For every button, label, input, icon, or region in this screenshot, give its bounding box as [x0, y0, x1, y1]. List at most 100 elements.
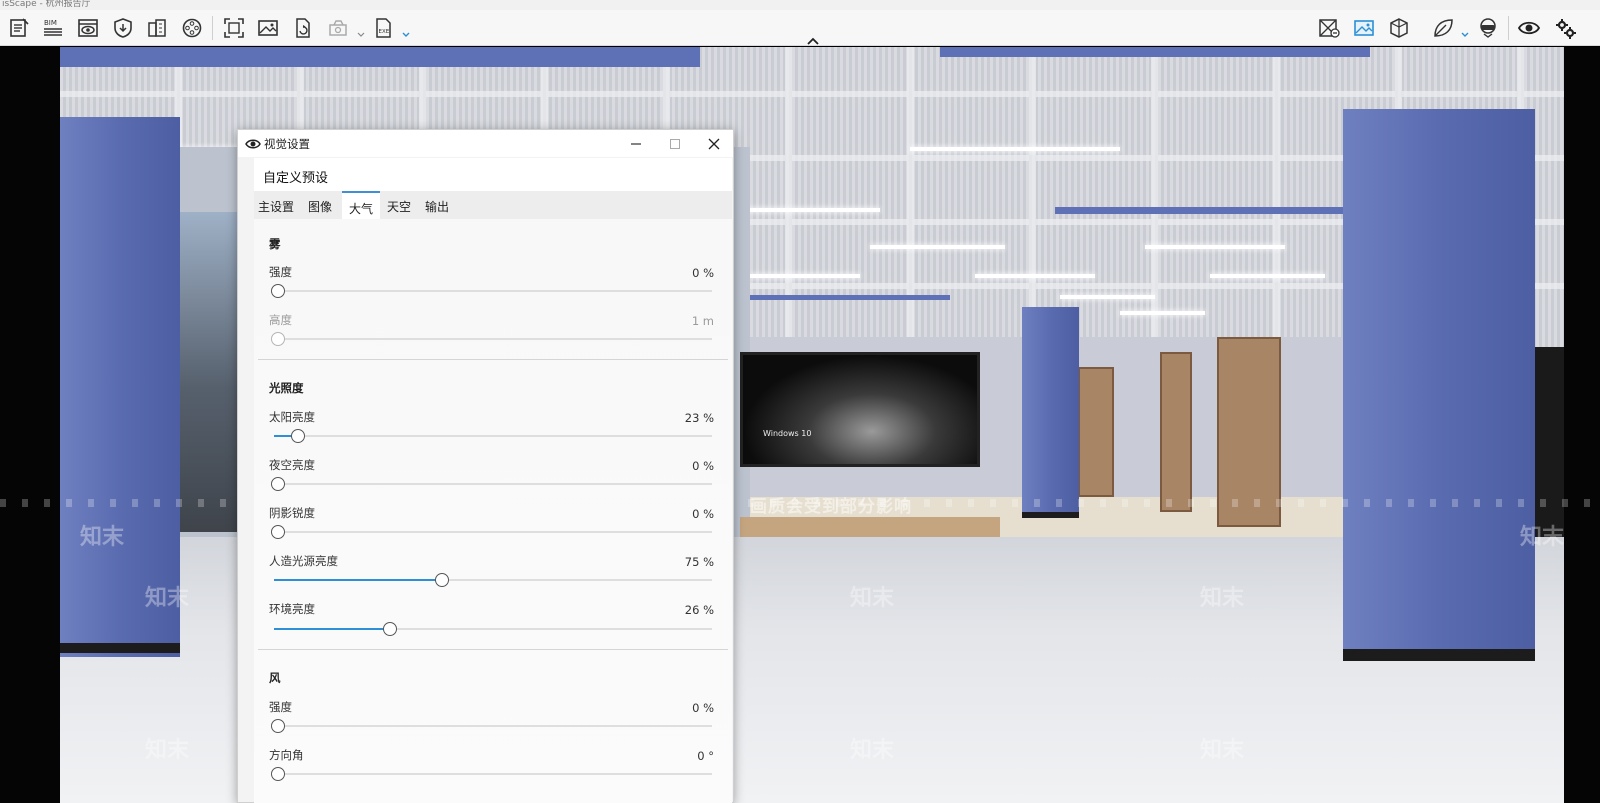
file-refresh-icon[interactable]	[290, 16, 316, 40]
watermark-text: 知末	[850, 738, 895, 763]
wind-intensity-slider[interactable]	[271, 719, 712, 733]
ceiling-beam	[940, 47, 1370, 57]
chevron-down-icon[interactable]	[1461, 24, 1469, 37]
close-button[interactable]	[699, 133, 729, 155]
section-title-wind: 风	[269, 671, 281, 685]
film-reel-icon[interactable]	[179, 16, 205, 40]
slider-fill	[274, 628, 388, 630]
wind-direction-slider[interactable]	[271, 767, 712, 781]
main-toolbar: BIM EXE	[0, 10, 1600, 46]
dialog-titlebar[interactable]: 视觉设置	[238, 130, 733, 157]
tab-output[interactable]: 输出	[418, 191, 456, 219]
slider-thumb[interactable]	[271, 284, 285, 298]
ceiling-light	[975, 274, 1095, 278]
image-icon[interactable]	[255, 16, 281, 40]
pillar	[60, 117, 180, 657]
slider-thumb[interactable]	[271, 477, 285, 491]
camera-3d-icon[interactable]	[325, 16, 351, 40]
bim-label: BIM	[44, 19, 57, 27]
window-title-bar: isScape - 杭州报告厅	[0, 0, 1600, 10]
door	[1160, 352, 1192, 512]
wind-direction-value: 0 °	[697, 749, 714, 763]
minimize-button[interactable]	[621, 133, 651, 155]
visual-settings-dialog: 视觉设置 自定义预设 主设置 图像 大气 天空 输出 雾 强度 0 % 高度 1…	[237, 129, 734, 803]
slider-thumb[interactable]	[435, 573, 449, 587]
settings-tabs: 主设置 图像 大气 天空 输出	[254, 191, 732, 219]
preset-name: 自定义预设	[263, 171, 329, 186]
tab-main-settings[interactable]: 主设置	[254, 191, 298, 219]
artificial-light-brightness-value: 75 %	[684, 555, 714, 569]
artificial-light-brightness-label: 人造光源亮度	[269, 554, 338, 568]
ambient-brightness-value: 26 %	[684, 603, 714, 617]
pillar	[1343, 109, 1535, 657]
ambient-brightness-label: 环境亮度	[269, 602, 315, 616]
watermark-text: 知末	[145, 586, 190, 611]
slider-thumb[interactable]	[271, 719, 285, 733]
slider-thumb[interactable]	[271, 525, 285, 539]
wind-direction-label: 方向角	[269, 748, 304, 762]
tab-image[interactable]: 图像	[298, 191, 342, 219]
pillar-base	[1343, 649, 1535, 661]
watermark-text: 知末	[80, 525, 125, 550]
export-exe-icon[interactable]: EXE	[371, 16, 397, 40]
shield-download-icon[interactable]	[110, 16, 136, 40]
atmosphere-panel: 雾 强度 0 % 高度 1 m 光照度 太阳亮度 23 % 夜空亮度 0 % 阴…	[254, 219, 732, 803]
slider-thumb[interactable]	[271, 767, 285, 781]
dialog-title: 视觉设置	[264, 137, 310, 151]
bim-icon[interactable]: BIM	[40, 16, 66, 40]
chevron-down-icon[interactable]	[357, 24, 365, 37]
eye-icon[interactable]	[1516, 16, 1542, 40]
ceiling-light	[1120, 311, 1205, 315]
vr-headset-icon[interactable]	[1475, 16, 1501, 40]
leaf-icon[interactable]	[1430, 16, 1456, 40]
sun-brightness-slider[interactable]	[274, 429, 712, 443]
maximize-button[interactable]	[660, 133, 690, 155]
ceiling-light	[1060, 295, 1155, 299]
slider-thumb[interactable]	[291, 429, 305, 443]
shadow-sharpness-slider[interactable]	[271, 525, 712, 539]
image-active-icon[interactable]	[1351, 16, 1377, 40]
tab-atmosphere[interactable]: 大气	[342, 191, 380, 219]
map-x-icon[interactable]	[1316, 16, 1342, 40]
slider-thumb	[271, 332, 285, 346]
watermark-text: 知末	[850, 586, 895, 611]
watermark-text: 知末	[1200, 586, 1245, 611]
minimize-icon	[631, 143, 641, 145]
watermark-text: 知末	[145, 738, 190, 763]
collapse-toolbar-icon[interactable]	[806, 32, 820, 45]
settings-icon[interactable]	[1552, 16, 1578, 40]
fog-height-slider	[271, 332, 712, 346]
night-sky-brightness-label: 夜空亮度	[269, 458, 315, 472]
chevron-down-icon[interactable]	[402, 24, 410, 37]
screen-text: Windows 10	[763, 429, 812, 438]
preset-selector[interactable]: 自定义预设	[254, 158, 732, 191]
building-icon[interactable]	[144, 16, 170, 40]
window	[180, 212, 240, 532]
fog-intensity-slider[interactable]	[271, 284, 712, 298]
window-title: isScape - 杭州报告厅	[2, 0, 91, 9]
ceiling-beam	[1055, 207, 1345, 214]
ceiling-light	[1210, 274, 1325, 278]
ceiling-light	[1145, 245, 1285, 249]
ceiling-light	[750, 274, 860, 278]
eye-frame-icon[interactable]	[75, 16, 101, 40]
night-sky-brightness-slider[interactable]	[271, 477, 712, 491]
ambient-brightness-slider[interactable]	[274, 622, 712, 636]
cube-section-icon[interactable]	[1386, 16, 1412, 40]
document-edit-icon[interactable]	[6, 16, 32, 40]
section-divider	[258, 649, 728, 650]
section-divider	[258, 359, 728, 360]
ceiling-light	[870, 245, 1005, 249]
ceiling-light	[740, 208, 880, 212]
ceiling-light	[910, 147, 1120, 151]
fog-height-value: 1 m	[691, 314, 714, 328]
wind-intensity-label: 强度	[269, 700, 292, 714]
capture-frame-icon[interactable]	[221, 16, 247, 40]
slider-thumb[interactable]	[383, 622, 397, 636]
eye-icon	[245, 136, 261, 150]
slider-fill	[274, 579, 440, 581]
artificial-light-brightness-slider[interactable]	[274, 573, 712, 587]
night-sky-brightness-value: 0 %	[692, 459, 714, 473]
section-title-fog: 雾	[269, 237, 281, 251]
tab-sky[interactable]: 天空	[380, 191, 418, 219]
